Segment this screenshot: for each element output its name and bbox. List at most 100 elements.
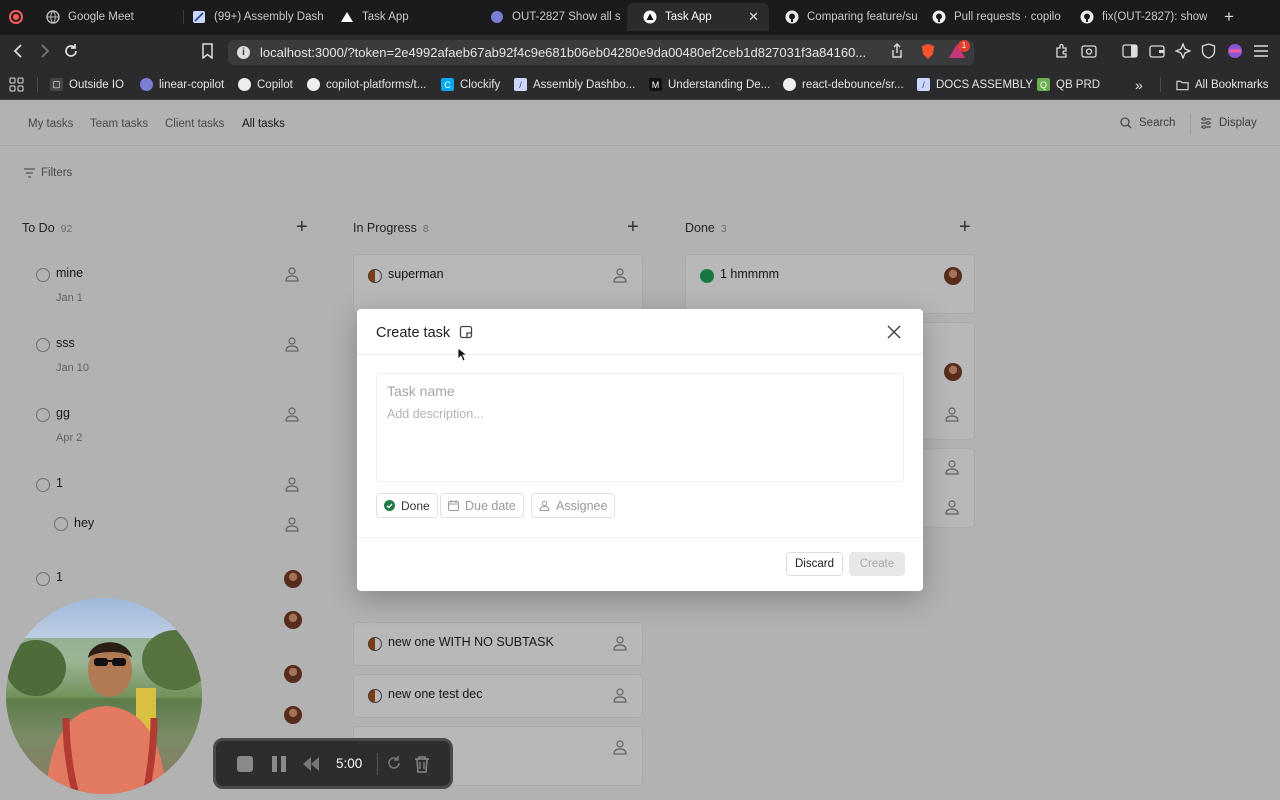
brave-shield-icon[interactable] bbox=[920, 43, 936, 60]
url-text: localhost:3000/?token=2e4992afaeb67ab92f… bbox=[260, 45, 867, 60]
bookmark-page-icon[interactable] bbox=[201, 43, 214, 59]
bookmark-item[interactable]: linear-copilot bbox=[140, 76, 224, 93]
tab-title: OUT-2827 Show all s bbox=[512, 11, 621, 23]
all-bookmarks-button[interactable]: All Bookmarks bbox=[1176, 76, 1269, 93]
mouse-cursor-icon bbox=[457, 347, 467, 362]
screenshot-icon[interactable] bbox=[1081, 43, 1097, 59]
bookmark-item[interactable]: / Assembly Dashbo... bbox=[514, 76, 635, 93]
trash-icon[interactable] bbox=[414, 755, 430, 773]
due-date-label: Due date bbox=[465, 498, 516, 513]
clockify-icon: C bbox=[441, 78, 454, 91]
bookmarks-divider bbox=[37, 77, 38, 92]
browser-tab[interactable]: OUT-2827 Show all s bbox=[474, 3, 624, 31]
close-tab-icon[interactable]: ✕ bbox=[748, 9, 759, 25]
bookmark-item[interactable]: react-debounce/sr... bbox=[783, 76, 904, 93]
status-select[interactable]: Done bbox=[376, 493, 438, 518]
screen-recorder-controls: 5:00 bbox=[213, 738, 453, 789]
bookmark-label: Clockify bbox=[460, 78, 501, 91]
leo-ai-icon[interactable] bbox=[1175, 43, 1191, 59]
github-icon bbox=[238, 78, 251, 91]
browser-tab[interactable]: Pull requests · copilo bbox=[916, 3, 1066, 31]
browser-tab-strip: Google Meet (99+) Assembly Dash Task App… bbox=[0, 0, 1280, 35]
menu-icon[interactable] bbox=[1253, 43, 1269, 59]
browser-toolbar: i localhost:3000/?token=2e4992afaeb67ab9… bbox=[0, 35, 1280, 69]
recorder-divider bbox=[377, 753, 378, 775]
all-bookmarks-label: All Bookmarks bbox=[1195, 78, 1269, 91]
bookmark-label: linear-copilot bbox=[159, 78, 225, 91]
bookmark-label: react-debounce/sr... bbox=[802, 78, 904, 91]
github-icon bbox=[783, 78, 796, 91]
back-icon[interactable] bbox=[11, 43, 25, 59]
github-icon bbox=[932, 10, 946, 24]
recording-timer: 5:00 bbox=[336, 756, 363, 771]
linear-icon bbox=[490, 10, 504, 24]
profile-icon[interactable] bbox=[1227, 43, 1243, 59]
assembly-icon: / bbox=[917, 78, 930, 91]
browser-tab[interactable]: Task App bbox=[324, 3, 474, 31]
wallet-icon[interactable] bbox=[1149, 43, 1165, 59]
sidebar-toggle-icon[interactable] bbox=[1122, 43, 1138, 59]
calendar-icon bbox=[448, 500, 459, 511]
bookmark-item[interactable]: Q QB PRD bbox=[1037, 76, 1100, 93]
reload-icon[interactable] bbox=[63, 43, 79, 59]
rewind-icon[interactable] bbox=[301, 755, 321, 773]
globe-icon bbox=[46, 10, 60, 24]
draft-icon[interactable] bbox=[459, 325, 473, 339]
modal-title: Create task bbox=[376, 325, 451, 341]
apps-grid-icon[interactable] bbox=[9, 76, 24, 93]
vpn-icon[interactable] bbox=[1201, 43, 1216, 59]
site-info-icon[interactable]: i bbox=[237, 46, 250, 59]
bookmark-item[interactable]: Copilot bbox=[238, 76, 293, 93]
github-icon bbox=[307, 78, 320, 91]
stop-recording-icon[interactable] bbox=[236, 755, 254, 773]
medium-icon: M bbox=[649, 78, 662, 91]
browser-tab[interactable]: fix(OUT-2827): show bbox=[1064, 3, 1212, 31]
browser-tab-active[interactable]: Task App ✕ bbox=[627, 3, 769, 31]
new-tab-button[interactable]: + bbox=[1224, 7, 1234, 27]
share-icon[interactable] bbox=[890, 43, 904, 59]
github-icon bbox=[1080, 10, 1094, 24]
forward-icon[interactable] bbox=[38, 43, 52, 59]
restart-icon[interactable] bbox=[386, 755, 402, 771]
bookmark-label: QB PRD bbox=[1056, 78, 1101, 91]
browser-tab[interactable]: Comparing feature/su bbox=[769, 3, 919, 31]
browser-tab[interactable]: (99+) Assembly Dash bbox=[176, 3, 326, 31]
github-icon bbox=[785, 10, 799, 24]
bookmark-item[interactable]: ▢ Outside IO bbox=[50, 76, 124, 93]
tab-title: Comparing feature/su bbox=[807, 11, 918, 23]
assignee-label: Assignee bbox=[556, 498, 608, 513]
bookmark-item[interactable]: copilot-platforms/t... bbox=[307, 76, 426, 93]
modal-footer-divider bbox=[357, 537, 923, 538]
triangle-icon bbox=[643, 10, 657, 24]
discard-button[interactable]: Discard bbox=[786, 552, 843, 576]
bookmark-item[interactable]: M Understanding De... bbox=[649, 76, 770, 93]
bookmark-item[interactable]: / DOCS ASSEMBLY bbox=[917, 76, 1033, 93]
task-name-input[interactable] bbox=[387, 383, 887, 399]
extensions-icon[interactable] bbox=[1054, 43, 1070, 59]
task-editor bbox=[376, 373, 904, 482]
close-icon[interactable] bbox=[887, 325, 901, 339]
outside-io-icon: ▢ bbox=[50, 78, 63, 91]
tab-title: Google Meet bbox=[68, 11, 134, 23]
tab-title: (99+) Assembly Dash bbox=[214, 11, 324, 23]
assignee-button[interactable]: Assignee bbox=[531, 493, 616, 518]
webcam-bubble[interactable] bbox=[6, 598, 202, 794]
qb-icon: Q bbox=[1037, 78, 1050, 91]
folder-icon bbox=[1176, 78, 1189, 91]
bookmark-label: Copilot bbox=[257, 78, 293, 91]
tab-title: Task App bbox=[362, 11, 409, 23]
pause-icon[interactable] bbox=[271, 755, 287, 773]
browser-tab[interactable]: Google Meet bbox=[30, 3, 180, 31]
bookmark-label: Outside IO bbox=[69, 78, 124, 91]
bookmarks-overflow-icon[interactable]: » bbox=[1135, 76, 1143, 93]
due-date-button[interactable]: Due date bbox=[440, 493, 524, 518]
tab-title: Task App bbox=[665, 11, 712, 23]
bookmark-item[interactable]: C Clockify bbox=[441, 76, 500, 93]
task-description-input[interactable] bbox=[387, 407, 887, 467]
bookmark-label: Assembly Dashbo... bbox=[533, 78, 636, 91]
create-button[interactable]: Create bbox=[849, 552, 905, 576]
assignee-icon bbox=[539, 500, 550, 511]
address-bar[interactable]: i localhost:3000/?token=2e4992afaeb67ab9… bbox=[228, 40, 974, 65]
bookmark-label: DOCS ASSEMBLY bbox=[936, 78, 1033, 91]
tab-title: Pull requests · copilo bbox=[954, 11, 1061, 23]
